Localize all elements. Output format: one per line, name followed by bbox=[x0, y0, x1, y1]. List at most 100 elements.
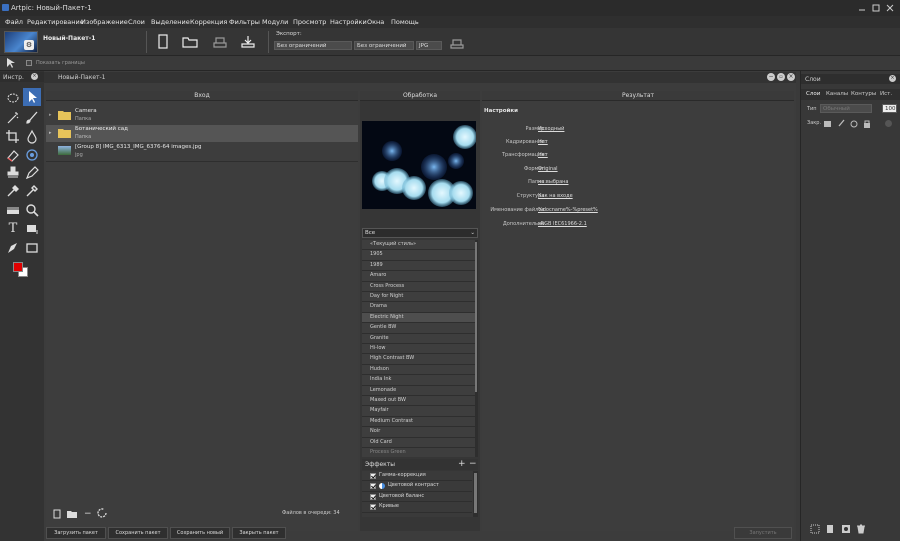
preset-item[interactable]: Hudson bbox=[362, 364, 475, 376]
new-document-icon[interactable] bbox=[157, 34, 169, 50]
magic-wand-icon[interactable] bbox=[5, 110, 21, 126]
shape-tool-icon[interactable] bbox=[24, 240, 40, 256]
minimize-panel-icon[interactable]: − bbox=[767, 73, 775, 81]
preset-item[interactable]: Drama bbox=[362, 302, 475, 313]
preset-item[interactable]: Hi-low bbox=[362, 344, 475, 355]
effect-item[interactable]: Гамма-коррекция bbox=[362, 471, 472, 482]
fill-tool-icon[interactable] bbox=[24, 221, 40, 237]
brush-tool-icon[interactable] bbox=[24, 110, 40, 126]
preset-item[interactable]: Noir bbox=[362, 427, 475, 438]
preset-item[interactable]: High Contrast BW bbox=[362, 354, 475, 365]
export-width-select[interactable]: Без ограничений bbox=[274, 41, 352, 50]
open-folder-icon[interactable] bbox=[182, 35, 198, 49]
lock-toggle-icon[interactable] bbox=[885, 120, 892, 127]
download-icon[interactable] bbox=[240, 35, 256, 49]
preset-item[interactable]: Old Card bbox=[362, 437, 475, 448]
stamp-tool-icon[interactable] bbox=[5, 165, 21, 181]
menu-filters[interactable]: Фильтры bbox=[229, 18, 260, 26]
text-tool-icon[interactable]: T bbox=[5, 221, 21, 237]
checkbox-checked-icon[interactable] bbox=[370, 473, 376, 479]
maximize-button[interactable] bbox=[872, 4, 880, 12]
minimize-button[interactable] bbox=[858, 4, 866, 12]
export-save-icon[interactable] bbox=[449, 36, 465, 50]
load-batch-button[interactable]: Загрузить пакет bbox=[46, 527, 106, 539]
close-window-button[interactable] bbox=[886, 4, 894, 12]
file-row-selected[interactable]: ▸ Ботанический сад Папка bbox=[46, 125, 358, 142]
setting-value[interactable]: Как на входе bbox=[538, 193, 573, 199]
menu-select[interactable]: Выделение bbox=[151, 18, 190, 26]
preset-item[interactable]: «Текущий стиль» bbox=[362, 240, 475, 251]
menu-adjust[interactable]: Коррекция bbox=[190, 18, 227, 26]
color-picker-icon[interactable] bbox=[24, 183, 40, 199]
preset-item[interactable]: Amaro bbox=[362, 271, 475, 282]
gear-icon[interactable]: ⚙ bbox=[24, 40, 34, 50]
menu-help[interactable]: Помощь bbox=[391, 18, 419, 26]
preset-item[interactable]: Maxed out BW bbox=[362, 396, 475, 407]
menu-view[interactable]: Просмотр bbox=[293, 18, 326, 26]
refresh-icon[interactable] bbox=[96, 507, 108, 519]
lock-pixels-icon[interactable] bbox=[822, 118, 834, 130]
menu-modules[interactable]: Модули bbox=[262, 18, 288, 26]
preset-item[interactable]: Medium Contrast bbox=[362, 416, 475, 428]
preset-filter-select[interactable]: Все ⌄ bbox=[362, 228, 478, 238]
setting-value[interactable]: не выбрана bbox=[538, 179, 568, 185]
lock-brush-icon[interactable] bbox=[835, 118, 847, 130]
setting-value[interactable]: sRGB IEC61966-2.1 bbox=[538, 221, 587, 227]
drop-tool-icon[interactable] bbox=[24, 129, 40, 145]
effect-item[interactable]: Кривые bbox=[362, 502, 472, 513]
preset-item[interactable]: 1989 bbox=[362, 260, 475, 272]
preset-item[interactable]: Granite bbox=[362, 333, 475, 344]
preset-item-selected[interactable]: Electric Night bbox=[362, 312, 475, 324]
lock-position-icon[interactable] bbox=[848, 118, 860, 130]
trash-icon[interactable] bbox=[855, 523, 867, 535]
menu-settings[interactable]: Настройки bbox=[330, 18, 367, 26]
eraser-tool-icon[interactable] bbox=[5, 147, 21, 163]
layer-mask-icon[interactable] bbox=[840, 523, 852, 535]
save-batch-button[interactable]: Сохранить пакет bbox=[108, 527, 168, 539]
remove-icon[interactable]: − bbox=[84, 509, 92, 519]
save-new-button[interactable]: Сохранить новый bbox=[170, 527, 230, 539]
zoom-tool-icon[interactable] bbox=[24, 202, 40, 218]
setting-value[interactable]: Исходный bbox=[538, 126, 564, 132]
tab-layers[interactable]: Слои bbox=[806, 91, 820, 97]
close-panel-icon[interactable]: × bbox=[787, 73, 795, 81]
export-height-select[interactable]: Без ограничений bbox=[354, 41, 414, 50]
menu-file[interactable]: Файл bbox=[5, 18, 23, 26]
file-row[interactable]: ▸ Camera Папка bbox=[46, 107, 358, 124]
close-batch-button[interactable]: Закрыть пакет bbox=[232, 527, 286, 539]
preset-item[interactable]: Lemonade bbox=[362, 385, 475, 396]
pencil-tool-icon[interactable] bbox=[24, 165, 40, 181]
preset-item[interactable]: India Ink bbox=[362, 375, 475, 386]
new-layer-icon[interactable] bbox=[824, 523, 836, 535]
preset-item[interactable]: Day for Night bbox=[362, 292, 475, 303]
setting-value[interactable]: %docname%-%preset% bbox=[538, 207, 598, 213]
preset-item[interactable]: Mayfair bbox=[362, 406, 475, 417]
gradient-tool-icon[interactable] bbox=[5, 202, 21, 218]
restore-panel-icon[interactable]: ▫ bbox=[777, 73, 785, 81]
show-borders-checkbox[interactable] bbox=[26, 60, 32, 66]
doc-tab-title[interactable]: Новый-Пакет-1 bbox=[43, 35, 95, 42]
expand-arrow-icon[interactable]: ▸ bbox=[49, 112, 52, 118]
eyedropper-icon[interactable] bbox=[5, 183, 21, 199]
checkbox-checked-icon[interactable] bbox=[370, 493, 376, 500]
checkbox-checked-icon[interactable] bbox=[370, 483, 376, 490]
start-button[interactable]: Запустить bbox=[734, 527, 792, 539]
setting-value[interactable]: Нет bbox=[538, 139, 548, 145]
lasso-tool-icon[interactable] bbox=[5, 91, 21, 107]
setting-value[interactable]: Original bbox=[538, 166, 558, 172]
effect-item[interactable]: Цветовой баланс bbox=[362, 492, 472, 503]
pen-tool-icon[interactable] bbox=[5, 240, 21, 256]
close-layers-panel-icon[interactable]: × bbox=[889, 75, 896, 82]
export-format-select[interactable]: JPG bbox=[416, 41, 442, 50]
effect-item[interactable]: Цветовой контраст bbox=[362, 481, 472, 492]
preset-item[interactable]: Cross Process bbox=[362, 281, 475, 292]
blend-mode-select[interactable]: Обычный bbox=[820, 104, 872, 113]
opacity-input[interactable]: 100 bbox=[882, 104, 897, 113]
preset-item[interactable]: 1905 bbox=[362, 250, 475, 261]
close-tools-panel-icon[interactable]: × bbox=[31, 73, 38, 80]
menu-edit[interactable]: Редактирование bbox=[27, 18, 84, 26]
tab-history[interactable]: Ист. bbox=[880, 91, 892, 97]
menu-windows[interactable]: Окна bbox=[367, 18, 384, 26]
file-row[interactable]: [Group 8] IMG_6313_IMG_6376-64 images.jp… bbox=[46, 143, 358, 160]
menu-layers[interactable]: Слои bbox=[128, 18, 145, 26]
